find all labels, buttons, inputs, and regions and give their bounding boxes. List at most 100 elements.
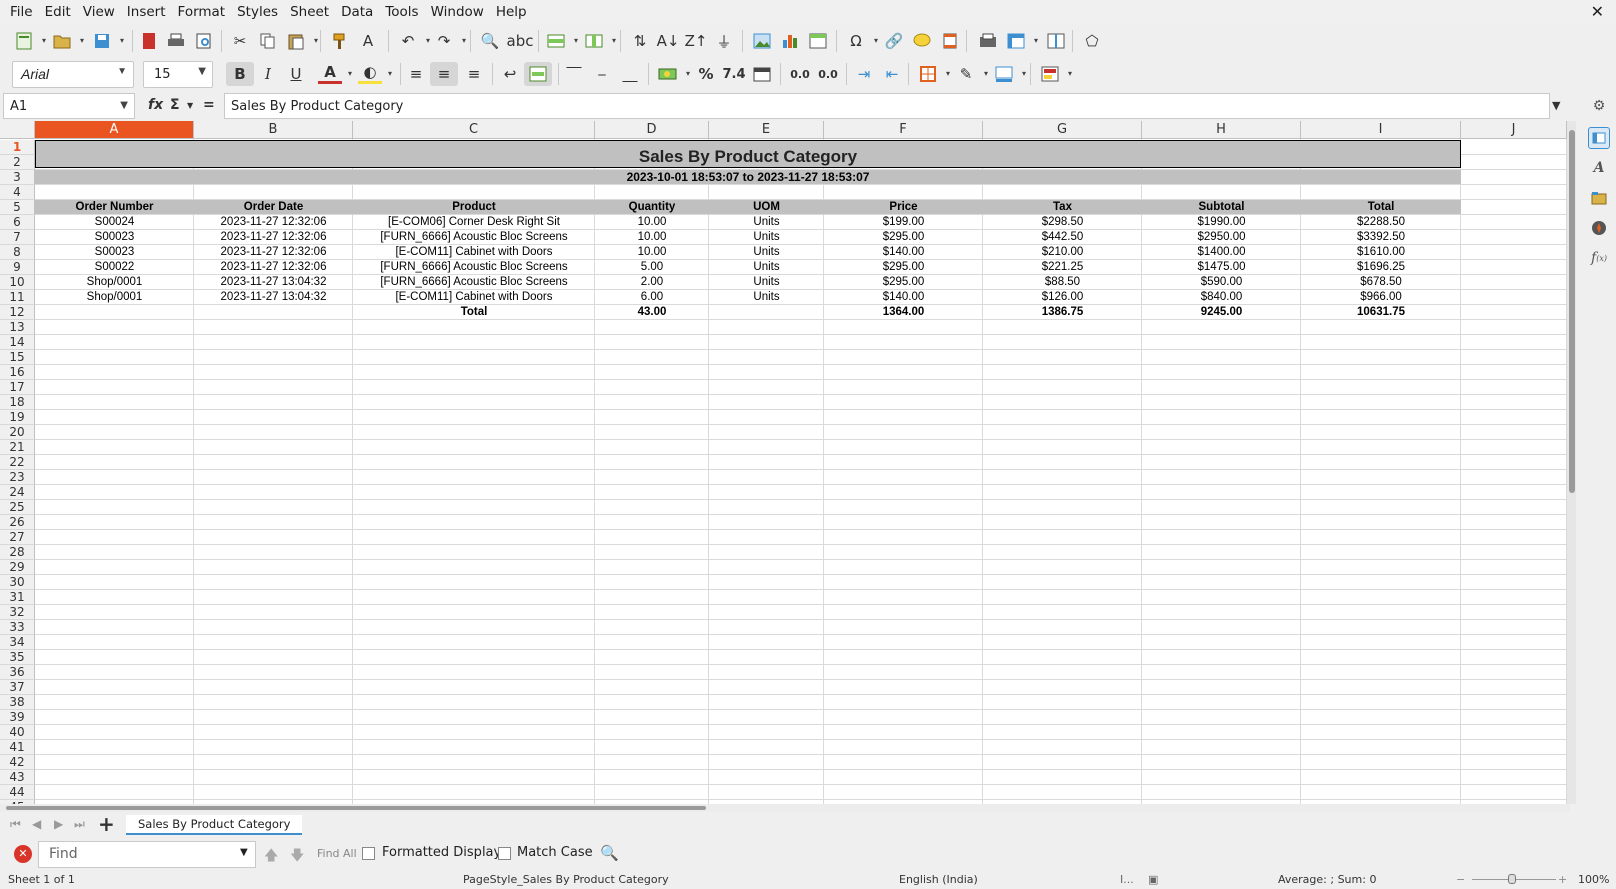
zoom-slider-handle[interactable]: [1508, 874, 1516, 884]
menu-insert[interactable]: Insert: [121, 0, 172, 24]
align-middle-icon[interactable]: ⎯: [590, 62, 614, 86]
split-window-icon[interactable]: [1044, 29, 1068, 53]
chevron-down-icon[interactable]: ▼: [240, 847, 248, 858]
row-header-44[interactable]: 44: [0, 785, 35, 800]
column-title-cell[interactable]: Order Number: [35, 200, 194, 215]
border-color-icon[interactable]: ▾: [992, 62, 1026, 86]
align-top-icon[interactable]: ⎺: [562, 62, 586, 86]
row-header-5[interactable]: 5: [0, 200, 35, 215]
find-input[interactable]: Find: [38, 841, 256, 868]
data-cell[interactable]: Shop/0001: [35, 290, 194, 305]
language[interactable]: English (India): [899, 870, 978, 889]
find-replace-icon[interactable]: 🔍: [478, 29, 502, 53]
column-header-c[interactable]: C: [353, 121, 595, 139]
underline-button[interactable]: U: [284, 62, 308, 86]
data-cell[interactable]: 2023-11-27 12:32:06: [194, 260, 353, 275]
row-header-29[interactable]: 29: [0, 560, 35, 575]
data-cell[interactable]: $126.00: [983, 290, 1142, 305]
selection-mode-icon[interactable]: I...: [1120, 870, 1134, 889]
menu-tools[interactable]: Tools: [379, 0, 424, 24]
row-header-27[interactable]: 27: [0, 530, 35, 545]
headers-footers-icon[interactable]: [938, 29, 962, 53]
column-title-cell[interactable]: UOM: [709, 200, 824, 215]
data-cell[interactable]: Units: [709, 245, 824, 260]
open-folder-icon[interactable]: ▾: [50, 29, 84, 53]
data-cell[interactable]: $221.25: [983, 260, 1142, 275]
data-cell[interactable]: 2023-11-27 12:32:06: [194, 230, 353, 245]
column-header-j[interactable]: J: [1461, 121, 1567, 139]
report-title-cell[interactable]: Sales By Product Category: [35, 140, 1461, 168]
row-header-13[interactable]: 13: [0, 320, 35, 335]
column-title-cell[interactable]: Total: [1301, 200, 1461, 215]
data-cell[interactable]: $295.00: [824, 230, 983, 245]
column-header-g[interactable]: G: [983, 121, 1142, 139]
increase-indent-icon[interactable]: ⇥: [852, 62, 876, 86]
data-cell[interactable]: 6.00: [595, 290, 709, 305]
font-color-icon[interactable]: A ▾: [318, 62, 352, 84]
row-header-24[interactable]: 24: [0, 485, 35, 500]
font-size-box[interactable]: 15 ▼: [143, 61, 213, 88]
row-header-41[interactable]: 41: [0, 740, 35, 755]
data-cell[interactable]: $295.00: [824, 260, 983, 275]
row-header-17[interactable]: 17: [0, 380, 35, 395]
menu-data[interactable]: Data: [335, 0, 379, 24]
row-header-37[interactable]: 37: [0, 680, 35, 695]
data-cell[interactable]: S00022: [35, 260, 194, 275]
data-cell[interactable]: [FURN_6666] Acoustic Bloc Screens: [353, 275, 595, 290]
row-header-28[interactable]: 28: [0, 545, 35, 560]
delete-decimal-button[interactable]: 0.0: [816, 62, 840, 86]
formatted-display-checkbox[interactable]: [362, 847, 375, 860]
data-cell[interactable]: 10.00: [595, 230, 709, 245]
data-cell[interactable]: $140.00: [824, 290, 983, 305]
print-preview-icon[interactable]: [192, 29, 216, 53]
data-cell[interactable]: [FURN_6666] Acoustic Bloc Screens: [353, 230, 595, 245]
row-header-26[interactable]: 26: [0, 515, 35, 530]
previous-sheet-icon[interactable]: ◀: [32, 817, 41, 831]
pivot-table-icon[interactable]: [806, 29, 830, 53]
data-cell[interactable]: $1990.00: [1142, 215, 1301, 230]
align-right-icon[interactable]: ≡: [462, 62, 486, 86]
total-cell[interactable]: Total: [353, 305, 595, 320]
data-cell[interactable]: 10.00: [595, 245, 709, 260]
row-header-11[interactable]: 11: [0, 290, 35, 305]
data-cell[interactable]: $590.00: [1142, 275, 1301, 290]
redo-icon[interactable]: ↷ ▾: [432, 29, 466, 53]
row-header-18[interactable]: 18: [0, 395, 35, 410]
data-cell[interactable]: $1610.00: [1301, 245, 1461, 260]
row-header-22[interactable]: 22: [0, 455, 35, 470]
data-cell[interactable]: Units: [709, 215, 824, 230]
page-style[interactable]: PageStyle_Sales By Product Category: [463, 870, 669, 889]
show-draw-functions-icon[interactable]: ⬠: [1080, 29, 1104, 53]
expand-formula-bar-icon[interactable]: ▼: [1552, 99, 1560, 112]
menu-window[interactable]: Window: [425, 0, 490, 24]
percent-format-button[interactable]: %: [694, 62, 718, 86]
data-cell[interactable]: 2023-11-27 12:32:06: [194, 245, 353, 260]
close-window-icon[interactable]: ✕: [1591, 2, 1604, 21]
date-format-icon[interactable]: [750, 62, 774, 86]
column-header-a[interactable]: A: [35, 121, 194, 139]
match-case-checkbox[interactable]: [498, 847, 511, 860]
data-cell[interactable]: Units: [709, 230, 824, 245]
row-header-15[interactable]: 15: [0, 350, 35, 365]
data-cell[interactable]: Units: [709, 275, 824, 290]
column-header-d[interactable]: D: [595, 121, 709, 139]
chevron-down-icon[interactable]: ▼: [187, 101, 193, 110]
find-all-button[interactable]: Find All: [317, 847, 357, 860]
print-area-icon[interactable]: [976, 29, 1000, 53]
data-cell[interactable]: 2023-11-27 13:04:32: [194, 290, 353, 305]
chevron-down-icon[interactable]: ▼: [120, 100, 128, 111]
export-pdf-icon[interactable]: [137, 29, 161, 53]
first-sheet-icon[interactable]: ⏮: [10, 817, 21, 832]
paste-icon[interactable]: ▾: [284, 29, 318, 53]
function-wizard-icon[interactable]: fx: [148, 97, 163, 113]
new-document-icon[interactable]: ▾: [12, 29, 46, 53]
row-header-43[interactable]: 43: [0, 770, 35, 785]
sort-icon[interactable]: ⇅: [628, 29, 652, 53]
spelling-icon[interactable]: abc: [507, 29, 534, 53]
column-title-cell[interactable]: Subtotal: [1142, 200, 1301, 215]
menu-file[interactable]: File: [4, 0, 39, 24]
column-header-i[interactable]: I: [1301, 121, 1461, 139]
data-cell[interactable]: $199.00: [824, 215, 983, 230]
data-cell[interactable]: $3392.50: [1301, 230, 1461, 245]
row-header-39[interactable]: 39: [0, 710, 35, 725]
